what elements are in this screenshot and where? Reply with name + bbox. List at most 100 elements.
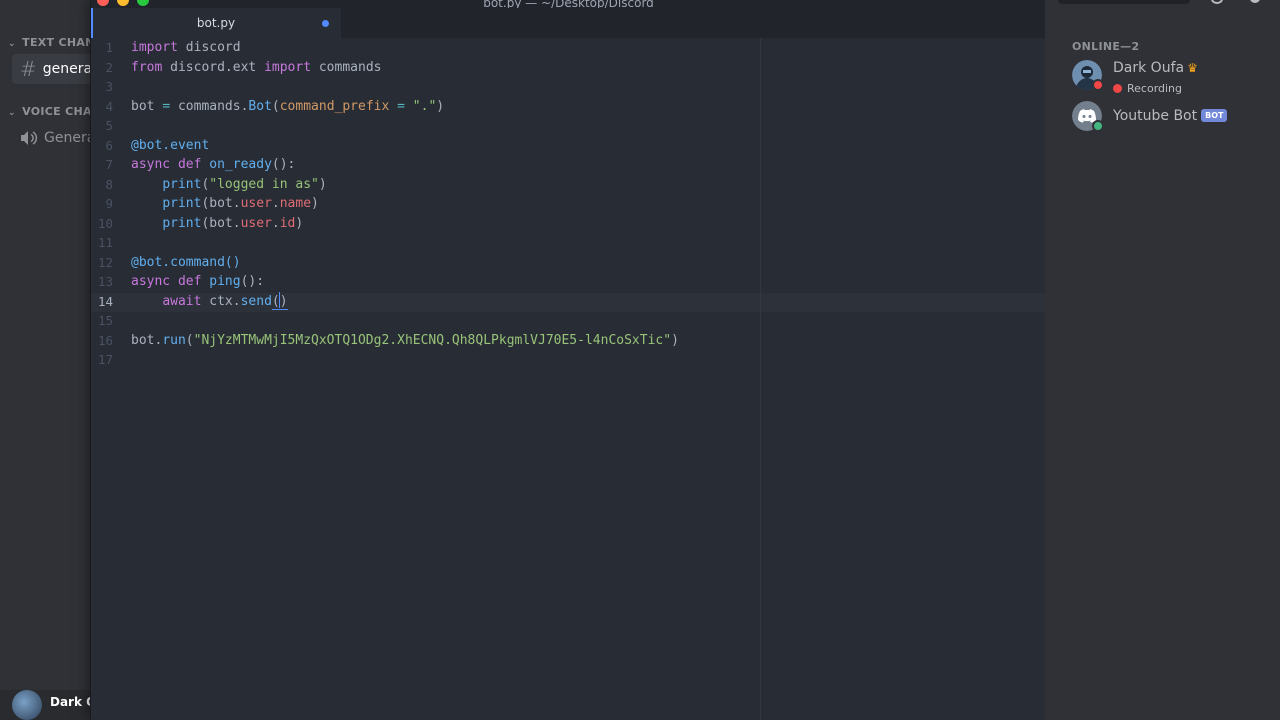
code-token: id	[279, 215, 296, 231]
code-line[interactable]: import discord	[131, 38, 241, 58]
code-line[interactable]: await ctx.send()	[131, 291, 288, 312]
code-token: )	[279, 293, 288, 310]
member-activity: Recording	[1113, 82, 1182, 95]
code-line[interactable]: bot.run("NjYzMTMwMjI5MzQxOTQ1ODg2.XhECNQ…	[131, 331, 679, 351]
code-token: )	[318, 176, 327, 192]
dnd-status-icon	[1092, 79, 1104, 91]
channel-general-text[interactable]: # general	[12, 54, 92, 84]
code-editor[interactable]: 1 2 3 4 5 6 7 8 9 10 11 12 13 14 15 16 17 import discord…	[91, 38, 1046, 720]
code-token: .	[271, 196, 280, 211]
speaker-icon	[21, 131, 38, 145]
code-line[interactable]: async def on_ready():	[131, 155, 295, 175]
code-token: ():	[240, 274, 265, 289]
line-number[interactable]: 10	[91, 214, 113, 234]
code-token: def	[177, 274, 202, 289]
code-token: commands	[311, 59, 382, 75]
channel-general-voice[interactable]: General	[12, 123, 92, 153]
code-token: command_prefix	[279, 98, 390, 114]
line-number[interactable]: 2	[91, 58, 113, 78]
category-label: VOICE CHANNELS	[22, 105, 92, 118]
line-number[interactable]: 13	[91, 272, 113, 292]
member-dark-oufa[interactable]: Dark Oufa ♛ Recording	[1072, 60, 1272, 100]
code-line[interactable]: print(bot.user.id)	[131, 214, 303, 234]
code-token: name	[279, 196, 312, 211]
modified-indicator-icon[interactable]	[322, 20, 329, 27]
line-number[interactable]: 15	[91, 311, 113, 331]
code-token: ():	[271, 157, 296, 172]
code-token: @bot.command()	[131, 254, 241, 270]
code-token: ping	[209, 274, 241, 289]
chevron-down-icon: ⌄	[8, 108, 16, 118]
code-line[interactable]: bot = commands.Bot(command_prefix = ".")	[131, 97, 444, 117]
user-panel: Dark Oufa	[0, 690, 92, 720]
code-line[interactable]: from discord.ext import commands	[131, 58, 381, 78]
line-number[interactable]: 7	[91, 155, 113, 175]
code-token: (bot.	[201, 196, 241, 211]
code-line[interactable]: async def ping():	[131, 272, 264, 292]
member-name-text: Dark Oufa	[1113, 60, 1185, 76]
code-token: send	[240, 293, 272, 309]
line-number[interactable]: 11	[91, 233, 113, 253]
member-name-text: Youtube Bot	[1113, 108, 1198, 124]
line-number[interactable]: 17	[91, 350, 113, 370]
code-token: import	[131, 40, 178, 55]
code-token: import	[264, 59, 312, 75]
line-number[interactable]: 14	[91, 292, 113, 312]
code-token: .	[271, 215, 280, 231]
code-token: def	[177, 157, 202, 172]
tab-label: bot.py	[196, 16, 236, 30]
category-voice-channels[interactable]: ⌄ VOICE CHANNELS	[8, 105, 92, 118]
code-token: )	[311, 196, 319, 211]
line-number[interactable]: 9	[91, 194, 113, 214]
crown-icon: ♛	[1187, 61, 1198, 75]
code-token: (	[185, 332, 194, 348]
category-label: TEXT CHANNELS	[22, 36, 92, 49]
mention-icon[interactable]	[1211, 0, 1223, 4]
line-number[interactable]: 4	[91, 97, 113, 117]
code-token: )	[295, 215, 304, 231]
code-token: )	[436, 98, 445, 114]
avatar[interactable]	[12, 690, 42, 720]
tab-bar: bot.py	[91, 8, 1046, 38]
line-number[interactable]: 5	[91, 116, 113, 136]
code-line[interactable]: print("logged in as")	[131, 175, 327, 195]
code-token: async	[131, 274, 171, 289]
code-token: discord.ext	[162, 59, 265, 75]
line-number[interactable]: 8	[91, 175, 113, 195]
code-token: bot	[131, 98, 163, 114]
line-number[interactable]: 12	[91, 253, 113, 273]
code-token: run	[162, 332, 186, 348]
bot-tag-badge: BOT	[1201, 109, 1228, 122]
code-token: on_ready	[209, 157, 272, 172]
code-token: commands.	[170, 98, 249, 114]
member-name: Dark Oufa ♛	[1113, 60, 1198, 76]
help-icon[interactable]	[1250, 0, 1260, 3]
code-line[interactable]: @bot.event	[131, 136, 209, 156]
tab-bot-py[interactable]: bot.py	[91, 8, 341, 38]
member-youtube-bot[interactable]: Youtube Bot BOT	[1072, 101, 1272, 141]
code-token: "logged in as"	[209, 176, 319, 192]
chevron-down-icon: ⌄	[8, 39, 16, 49]
user-name: Dark Oufa	[50, 695, 92, 709]
code-token: discord	[177, 40, 241, 55]
channel-sidebar: ⌄ TEXT CHANNELS # general ⌄ VOICE CHANNE…	[0, 0, 92, 720]
member-list: ONLINE—2 Dark Oufa ♛ Recording Youtube Bo…	[1045, 0, 1280, 720]
search-input[interactable]	[1058, 0, 1190, 4]
line-number[interactable]: 1	[91, 38, 113, 58]
channel-label: General	[44, 130, 92, 146]
activity-text: Recording	[1127, 82, 1183, 95]
category-text-channels[interactable]: ⌄ TEXT CHANNELS	[8, 36, 92, 49]
code-line[interactable]: @bot.command()	[131, 253, 241, 273]
code-line[interactable]: print(bot.user.name)	[131, 194, 319, 214]
code-token: ctx.	[201, 293, 241, 309]
line-number[interactable]: 16	[91, 331, 113, 351]
code-token: print	[162, 176, 202, 192]
line-number[interactable]: 6	[91, 136, 113, 156]
code-token: Bot	[248, 98, 272, 114]
line-number[interactable]: 3	[91, 77, 113, 97]
hash-icon: #	[20, 57, 37, 81]
